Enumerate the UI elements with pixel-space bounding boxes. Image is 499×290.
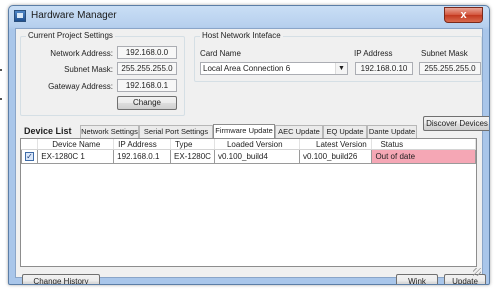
current-project-settings-title: Current Project Settings bbox=[26, 31, 115, 40]
column-header-type[interactable]: Type bbox=[170, 139, 215, 150]
subnet-mask-label: Subnet Mask: bbox=[64, 65, 113, 74]
window-client-area: Current Project Settings Network Address… bbox=[15, 28, 489, 284]
tab-network-settings[interactable]: Network Settings bbox=[80, 125, 139, 138]
row-checkbox-cell[interactable]: ✓ bbox=[20, 149, 39, 164]
window-title: Hardware Manager bbox=[31, 10, 117, 21]
firmware-update-panel: Device Name IP Address Type Loaded Versi… bbox=[20, 138, 477, 267]
column-header-status[interactable]: Status bbox=[371, 139, 476, 150]
tab-firmware-update[interactable]: Firmware Update bbox=[213, 124, 275, 138]
cell-type: EX-1280C bbox=[170, 149, 215, 164]
change-button[interactable]: Change bbox=[117, 96, 177, 110]
tab-aec-update[interactable]: AEC Update bbox=[275, 125, 323, 138]
tab-serial-port-settings[interactable]: Serial Port Settings bbox=[139, 125, 213, 138]
column-header-ip-address[interactable]: IP Address bbox=[113, 139, 172, 150]
desktop-mark bbox=[0, 69, 2, 71]
host-ip-field: 192.168.0.10 bbox=[355, 62, 413, 75]
device-table-header: Device Name IP Address Type Loaded Versi… bbox=[21, 139, 476, 150]
close-icon: x bbox=[460, 9, 467, 21]
resize-grip[interactable] bbox=[473, 268, 481, 276]
host-network-interface-group: Host Network Inteface Card Name Local Ar… bbox=[194, 31, 482, 82]
tab-dante-update[interactable]: Dante Update bbox=[367, 125, 417, 138]
status-badge: Out of date bbox=[371, 149, 476, 164]
gateway-address-label: Gateway Address: bbox=[48, 82, 113, 91]
host-subnet-mask-field: 255.255.255.0 bbox=[419, 62, 481, 75]
title-bar[interactable]: Hardware Manager x bbox=[9, 6, 489, 27]
chevron-down-icon[interactable]: ▼ bbox=[335, 63, 347, 74]
tab-eq-update[interactable]: EQ Update bbox=[323, 125, 367, 138]
network-address-label: Network Address: bbox=[50, 49, 113, 58]
device-list-tabs: Device List Network Settings Serial Port… bbox=[24, 116, 489, 138]
column-header-loaded-version[interactable]: Loaded Version bbox=[214, 139, 301, 150]
hardware-manager-window: Hardware Manager x Current Project Setti… bbox=[8, 5, 490, 285]
device-table: Device Name IP Address Type Loaded Versi… bbox=[20, 139, 476, 164]
card-name-label: Card Name bbox=[200, 49, 241, 58]
gateway-address-field: 192.168.0.1 bbox=[117, 79, 177, 92]
column-header-checkbox bbox=[21, 139, 39, 150]
host-subnet-mask-label: Subnet Mask bbox=[421, 49, 468, 58]
host-network-interface-title: Host Network Inteface bbox=[200, 31, 283, 40]
host-ip-label: IP Address bbox=[354, 49, 393, 58]
table-row[interactable]: ✓ EX-1280C 1 192.168.0.1 EX-1280C v0.100… bbox=[20, 149, 476, 164]
card-name-select[interactable]: Local Area Connection 6 ▼ bbox=[200, 62, 348, 75]
wink-button[interactable]: Wink bbox=[396, 274, 438, 284]
close-button[interactable]: x bbox=[444, 7, 483, 23]
discover-devices-button[interactable]: Discover Devices bbox=[423, 116, 489, 131]
card-name-value: Local Area Connection 6 bbox=[203, 64, 291, 73]
change-history-button[interactable]: Change History bbox=[22, 274, 100, 284]
device-list-caption: Device List bbox=[24, 126, 72, 136]
cell-ip-address: 192.168.0.1 bbox=[113, 149, 172, 164]
network-address-field: 192.168.0.0 bbox=[117, 46, 177, 59]
row-checkbox[interactable]: ✓ bbox=[25, 152, 34, 162]
column-header-latest-version[interactable]: Latest Version bbox=[299, 139, 373, 150]
current-project-settings-group: Current Project Settings Network Address… bbox=[20, 31, 185, 116]
cell-device-name: EX-1280C 1 bbox=[37, 149, 115, 164]
app-icon bbox=[14, 10, 26, 22]
subnet-mask-field: 255.255.255.0 bbox=[117, 62, 177, 75]
cell-latest-version: v0.100_build26 bbox=[299, 149, 373, 164]
desktop-mark bbox=[0, 98, 2, 100]
column-header-device-name[interactable]: Device Name bbox=[37, 139, 115, 150]
cell-loaded-version: v0.100_build4 bbox=[213, 149, 301, 164]
